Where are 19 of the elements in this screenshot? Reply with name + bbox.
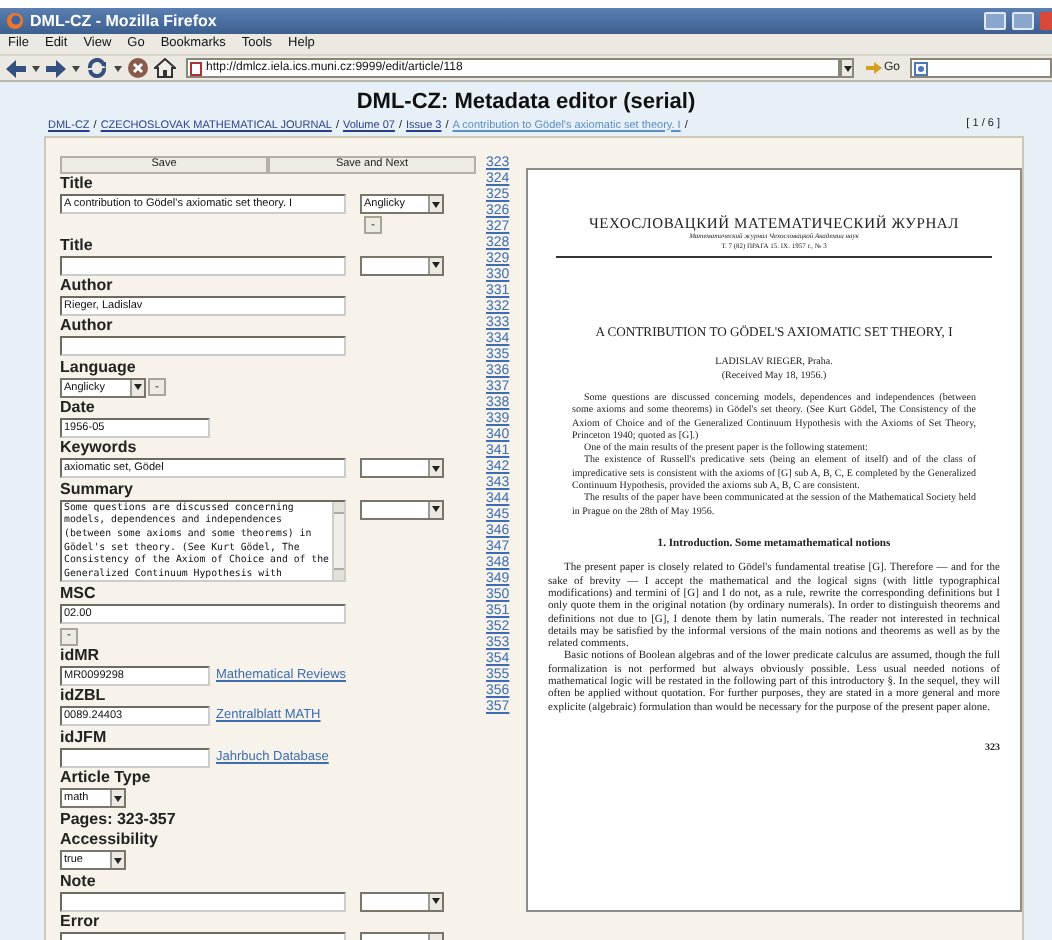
field-label: Language — [60, 357, 138, 378]
field-label: Accessibility — [60, 830, 160, 851]
field-label: Author — [60, 276, 115, 297]
window-title: DML-CZ - Mozilla Firefox — [30, 9, 219, 33]
field-label: Date — [60, 398, 97, 419]
field-label: idMR — [60, 646, 102, 666]
field-label: Summary — [60, 479, 135, 500]
field-label: idJFM — [60, 727, 109, 748]
field-label: Note — [60, 871, 98, 892]
field-label: Keywords — [60, 438, 139, 459]
page-heading: DML-CZ: Metadata editor (serial) — [354, 88, 698, 116]
field-label: Title — [60, 174, 95, 195]
field-label: Error — [60, 912, 102, 933]
field-label: Title — [60, 235, 95, 256]
field-label: Pages: 323-357 — [60, 810, 178, 831]
field-label: idZBL — [60, 686, 108, 707]
field-label: Author — [60, 316, 115, 337]
field-label: MSC — [60, 583, 98, 604]
field-label: Article Type — [60, 768, 153, 789]
